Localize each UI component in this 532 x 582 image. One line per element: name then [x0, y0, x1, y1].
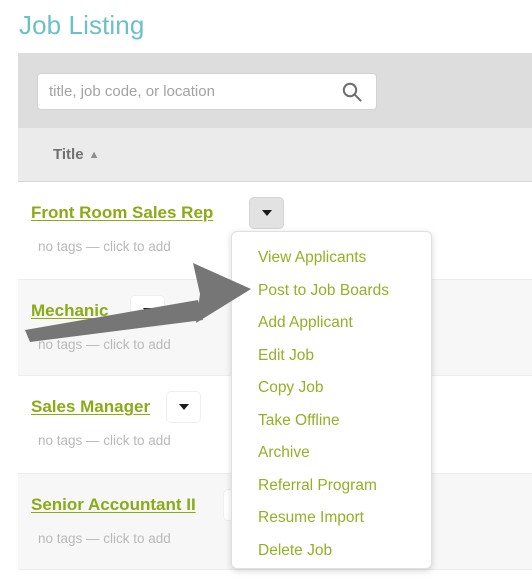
job-title-link[interactable]: Senior Accountant II	[31, 495, 196, 515]
job-title-link[interactable]: Mechanic	[31, 301, 108, 321]
menu-item-add-applicant[interactable]: Add Applicant	[232, 307, 431, 340]
row-actions-caret-button[interactable]	[249, 197, 284, 229]
search-input[interactable]	[49, 74, 334, 109]
column-header-title-label: Title	[53, 146, 84, 163]
chevron-down-icon	[142, 308, 153, 314]
menu-item-resume-import[interactable]: Resume Import	[232, 502, 431, 535]
job-tags-placeholder[interactable]: no tags — click to add	[38, 531, 171, 546]
sort-ascending-icon[interactable]: ▲	[89, 149, 100, 161]
row-actions-dropdown-menu[interactable]: View Applicants Post to Job Boards Add A…	[231, 231, 432, 569]
job-tags-placeholder[interactable]: no tags — click to add	[38, 239, 171, 254]
job-title-link[interactable]: Sales Manager	[31, 397, 150, 417]
page-title: Job Listing	[19, 10, 145, 40]
menu-item-archive[interactable]: Archive	[232, 437, 431, 470]
chevron-down-icon	[178, 404, 189, 410]
menu-item-referral-program[interactable]: Referral Program	[232, 470, 431, 503]
table-header-row: Title ▲	[18, 128, 532, 182]
menu-item-delete-job[interactable]: Delete Job	[232, 535, 431, 568]
menu-item-take-offline[interactable]: Take Offline	[232, 405, 431, 438]
menu-item-post-to-job-boards[interactable]: Post to Job Boards	[232, 275, 431, 308]
chevron-down-icon	[261, 210, 272, 216]
job-tags-placeholder[interactable]: no tags — click to add	[38, 337, 171, 352]
column-header-title[interactable]: Title ▲	[53, 146, 99, 163]
menu-item-copy-job[interactable]: Copy Job	[232, 372, 431, 405]
menu-item-edit-job[interactable]: Edit Job	[232, 340, 431, 373]
search-icon[interactable]	[342, 82, 362, 102]
menu-item-view-applicants[interactable]: View Applicants	[232, 242, 431, 275]
search-box[interactable]	[37, 73, 377, 110]
job-title-link[interactable]: Front Room Sales Rep	[31, 203, 213, 223]
job-tags-placeholder[interactable]: no tags — click to add	[38, 433, 171, 448]
search-band	[18, 53, 532, 128]
row-actions-caret-button[interactable]	[130, 295, 165, 327]
row-actions-caret-button[interactable]	[166, 391, 201, 423]
